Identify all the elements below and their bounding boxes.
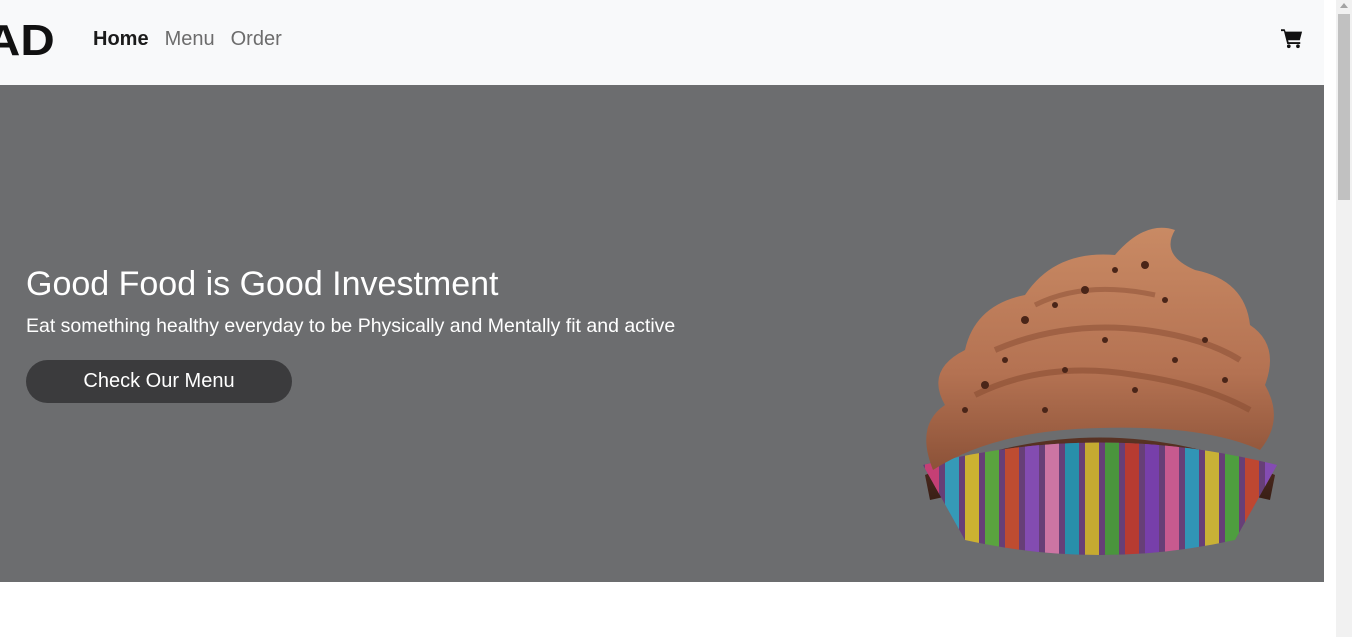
hero-title: Good Food is Good Investment — [26, 265, 499, 303]
next-section — [0, 582, 1336, 637]
hero-subtitle: Eat something healthy everyday to be Phy… — [26, 315, 676, 337]
chocolate-cupcake-image — [923, 227, 1277, 555]
navbar: AD Home Menu Order — [0, 0, 1324, 85]
nav-link-menu[interactable]: Menu — [165, 27, 215, 51]
nav-link-home[interactable]: Home — [93, 27, 149, 51]
brand-logo[interactable]: AD — [0, 17, 55, 65]
nav-links: Home Menu Order — [93, 27, 298, 51]
nav-link-order[interactable]: Order — [231, 27, 282, 51]
hero-section: Good Food is Good Investment Eat somethi… — [0, 85, 1324, 582]
page: AD Home Menu Order Good Food is Good Inv… — [0, 0, 1352, 637]
scroll-thumb[interactable] — [1338, 14, 1350, 200]
shopping-cart-icon[interactable] — [1281, 27, 1303, 49]
check-menu-button[interactable]: Check Our Menu — [26, 360, 292, 403]
scroll-up-arrow-icon[interactable] — [1340, 3, 1348, 8]
page-scrollbar[interactable] — [1336, 0, 1352, 637]
